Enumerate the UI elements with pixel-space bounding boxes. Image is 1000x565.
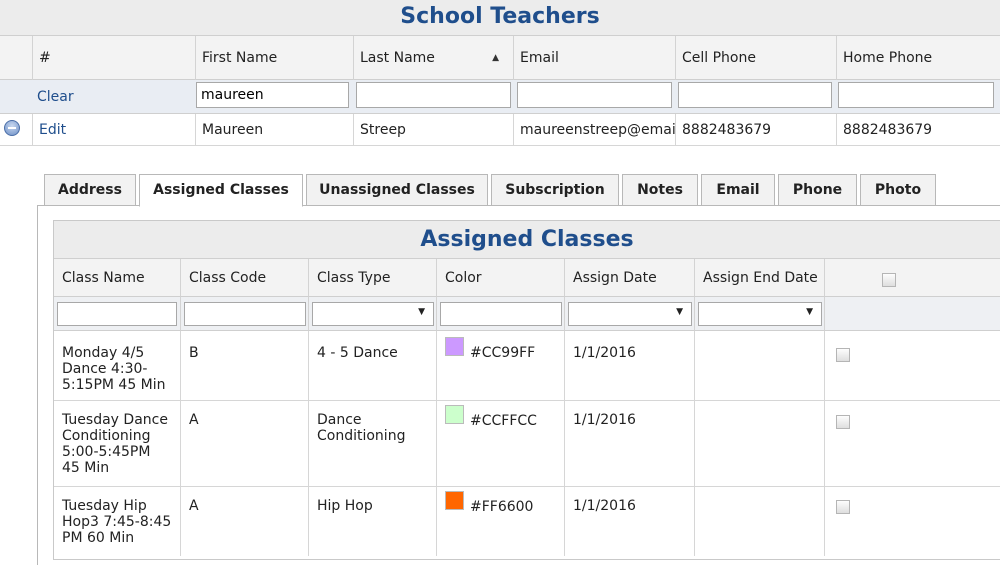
table-row-class-code: B: [180, 331, 308, 401]
column-header-assign-end-date[interactable]: Assign End Date: [694, 259, 824, 297]
table-row-assign-end-date: [694, 401, 824, 487]
teacher-email: maureenstreep@emai: [513, 114, 675, 146]
color-value: #FF6600: [470, 499, 534, 515]
page-title: School Teachers: [0, 0, 1000, 36]
assign-end-date-filter-cell: [694, 297, 824, 331]
assigned-classes-title: Assigned Classes: [54, 221, 1000, 259]
table-row-class-name: Tuesday Hip Hop3 7:45-8:45 PM 60 Min: [54, 487, 180, 556]
select-all-checkbox[interactable]: [882, 273, 896, 287]
teacher-row: Edit Maureen Streep maureenstreep@emai 8…: [0, 114, 1000, 146]
column-header-last-name-label: Last Name: [360, 50, 435, 66]
tab-address[interactable]: Address: [44, 174, 136, 205]
column-header-email[interactable]: Email: [513, 36, 675, 80]
table-row-class-code: A: [180, 487, 308, 556]
table-row-assign-date: 1/1/2016: [564, 331, 694, 401]
tab-assigned-classes[interactable]: Assigned Classes: [139, 174, 303, 207]
class-name-filter-input[interactable]: [57, 302, 177, 326]
color-value: #CC99FF: [470, 345, 536, 361]
column-header-assign-date[interactable]: Assign Date: [564, 259, 694, 297]
color-swatch: [445, 405, 464, 424]
column-header-class-code[interactable]: Class Code: [180, 259, 308, 297]
email-filter-input[interactable]: [517, 82, 672, 108]
last-name-filter-input[interactable]: [356, 82, 511, 108]
column-header-cell-phone[interactable]: Cell Phone: [675, 36, 836, 80]
row-select-checkbox[interactable]: [836, 415, 850, 429]
class-type-filter-select[interactable]: [312, 302, 434, 326]
column-header-color[interactable]: Color: [436, 259, 564, 297]
table-row-assign-date: 1/1/2016: [564, 487, 694, 556]
tab-unassigned-classes[interactable]: Unassigned Classes: [306, 174, 488, 205]
color-filter-input[interactable]: [440, 302, 562, 326]
select-all-header: [824, 259, 1000, 297]
teachers-filter-row: Clear: [0, 80, 1000, 114]
checkbox-filter-cell: [824, 297, 1000, 331]
table-row-class-type: 4 - 5 Dance: [308, 331, 436, 401]
teacher-cell-phone: 8882483679: [675, 114, 836, 146]
teachers-header-row: # First Name Last Name ▲ Email Cell Phon…: [0, 36, 1000, 80]
column-header-number[interactable]: #: [32, 36, 195, 80]
table-row-color: #CC99FF: [436, 331, 564, 401]
color-value: #CCFFCC: [470, 413, 537, 429]
cell-phone-filter-input[interactable]: [678, 82, 832, 108]
table-row-select-cell: [824, 331, 1000, 401]
tab-phone[interactable]: Phone: [778, 174, 857, 205]
color-swatch: [445, 337, 464, 356]
table-row-class-code: A: [180, 401, 308, 487]
class-type-filter-cell: [308, 297, 436, 331]
class-name-filter-cell: [54, 297, 180, 331]
tab-subscription[interactable]: Subscription: [491, 174, 619, 205]
sort-ascending-icon: ▲: [492, 53, 499, 63]
column-header-home-phone[interactable]: Home Phone: [836, 36, 1000, 80]
color-swatch: [445, 491, 464, 510]
assign-date-filter-select[interactable]: [568, 302, 692, 326]
table-row-color: #FF6600: [436, 487, 564, 556]
table-row-assign-end-date: [694, 487, 824, 556]
table-row-class-type: Hip Hop: [308, 487, 436, 556]
table-row-class-type: Dance Conditioning: [308, 401, 436, 487]
table-row-select-cell: [824, 401, 1000, 487]
column-header-last-name[interactable]: Last Name ▲: [353, 36, 513, 80]
teacher-first-name: Maureen: [195, 114, 353, 146]
table-row-color: #CCFFCC: [436, 401, 564, 487]
column-header-first-name[interactable]: First Name: [195, 36, 353, 80]
tab-notes[interactable]: Notes: [622, 174, 698, 205]
assign-end-date-filter-select[interactable]: [698, 302, 822, 326]
column-header-class-name[interactable]: Class Name: [54, 259, 180, 297]
table-row-class-name: Tuesday Dance Conditioning 5:00-5:45PM 4…: [54, 401, 180, 487]
column-header-class-type[interactable]: Class Type: [308, 259, 436, 297]
edit-cell: Edit: [32, 114, 195, 146]
collapse-row-icon[interactable]: [4, 120, 20, 136]
class-code-filter-cell: [180, 297, 308, 331]
edit-teacher-link[interactable]: Edit: [39, 122, 66, 138]
tab-email[interactable]: Email: [701, 174, 775, 205]
table-row-assign-date: 1/1/2016: [564, 401, 694, 487]
class-code-filter-input[interactable]: [184, 302, 306, 326]
first-name-filter-input[interactable]: [196, 82, 349, 108]
expand-column-header: [0, 36, 32, 80]
teacher-last-name: Streep: [353, 114, 513, 146]
table-row-select-cell: [824, 487, 1000, 556]
table-row-assign-end-date: [694, 331, 824, 401]
assign-date-filter-cell: [564, 297, 694, 331]
home-phone-filter-input[interactable]: [838, 82, 994, 108]
teacher-home-phone: 8882483679: [836, 114, 1000, 146]
table-row-class-name: Monday 4/5 Dance 4:30-5:15PM 45 Min: [54, 331, 180, 401]
row-select-checkbox[interactable]: [836, 500, 850, 514]
row-select-checkbox[interactable]: [836, 348, 850, 362]
clear-filters-link[interactable]: Clear: [37, 80, 74, 114]
color-filter-cell: [436, 297, 564, 331]
tab-photo[interactable]: Photo: [860, 174, 936, 205]
